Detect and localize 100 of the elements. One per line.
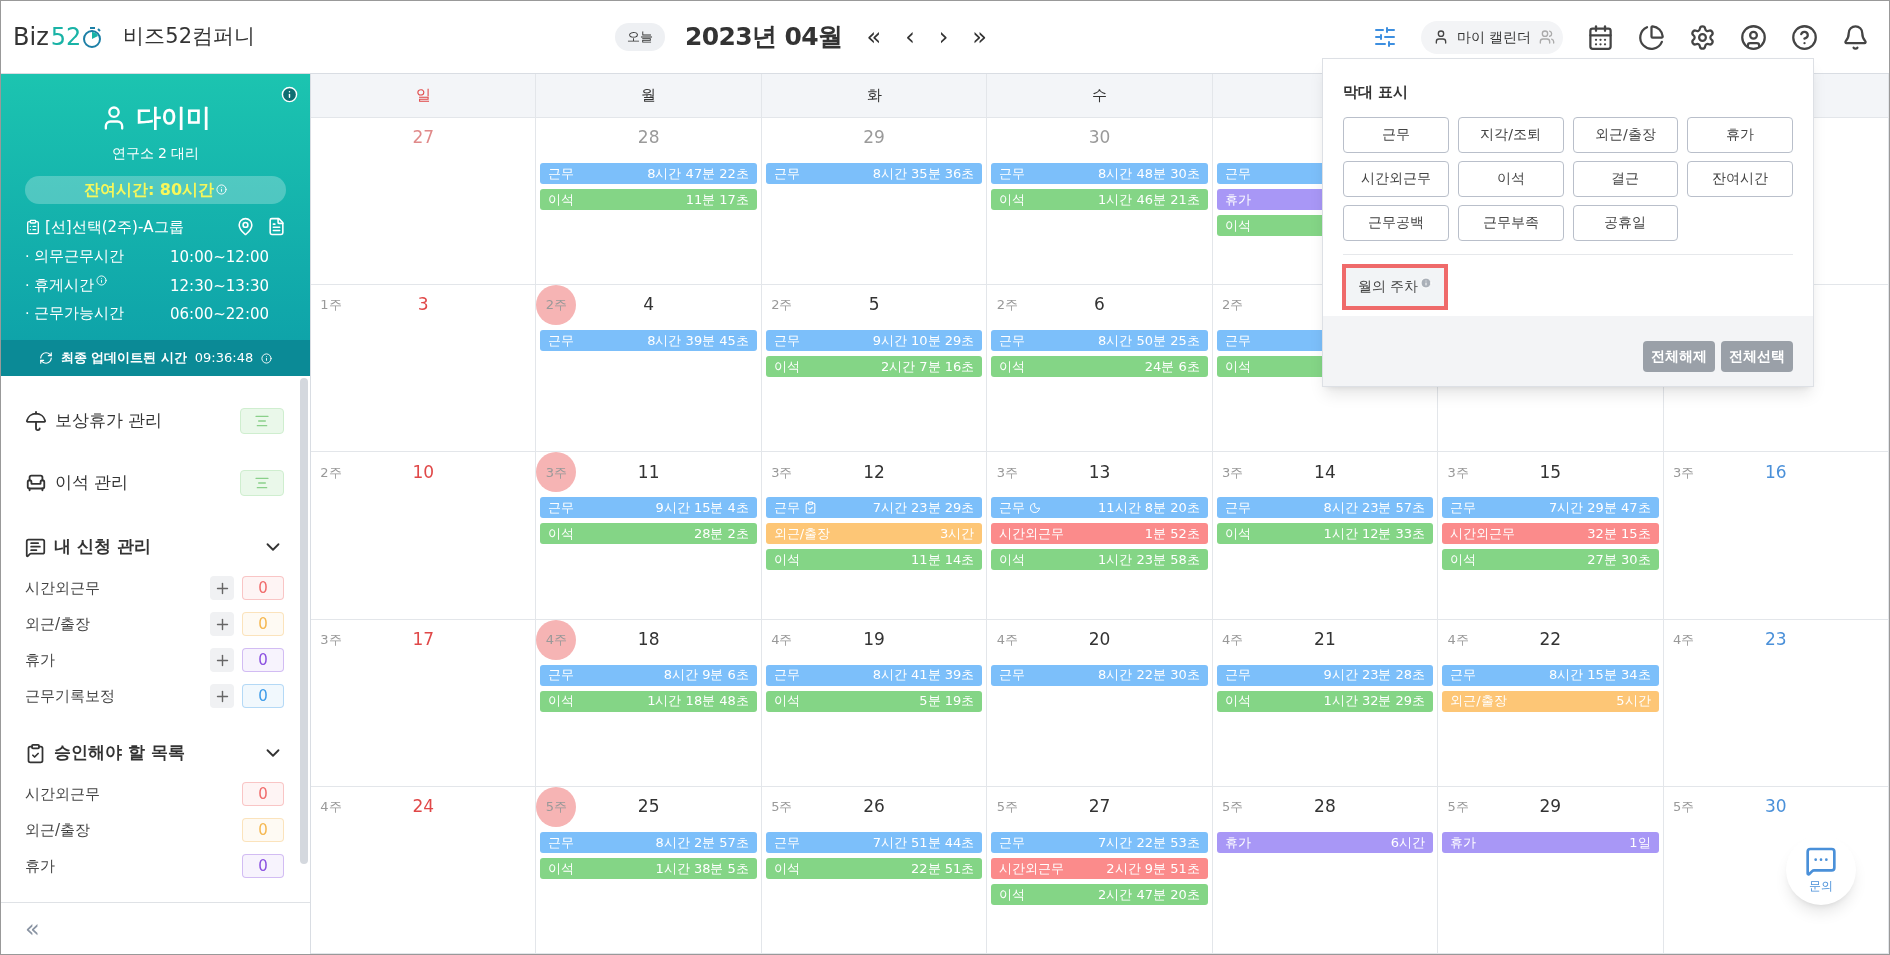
weekday-header: 일 — [415, 85, 431, 107]
event-label: 근무 — [1224, 164, 1251, 183]
week-number: 5주 — [1671, 798, 1696, 817]
event-value: 11분 14초 — [911, 551, 975, 570]
schedule-time: 10:00~12:00 — [170, 247, 270, 268]
event-label: 근무 — [1224, 331, 1251, 350]
week-number: 2주 — [995, 296, 1019, 315]
event-label: 이석 — [548, 692, 575, 711]
event-label: 근무 — [1450, 499, 1477, 518]
event-label: 이석 — [548, 190, 575, 209]
event-label: 근무 — [999, 499, 1026, 518]
week-number: 4주 — [536, 619, 577, 660]
event-value: 7시간 22분 53초 — [1098, 833, 1200, 852]
schedule-label: · 의무근무시간 — [25, 247, 125, 267]
date-number: 12 — [863, 460, 885, 484]
event-value: 1시간 12분 33초 — [1323, 525, 1426, 544]
date-number: 27 — [412, 126, 435, 150]
schedule-label: · 휴게시간 — [25, 275, 95, 295]
event-value: 32분 15초 — [1587, 525, 1651, 544]
section-title: 승인해야 할 목록 — [54, 741, 186, 765]
event-value: 7시간 29분 47초 — [1548, 499, 1651, 518]
remaining-time: 잔여시간: 80시간 — [83, 178, 215, 201]
event-value: 7시간 51분 44초 — [872, 833, 975, 852]
week-number: 4주 — [995, 630, 1019, 649]
event-label: 이석 — [548, 525, 575, 544]
event-value: 24분 6초 — [1144, 357, 1200, 376]
event-label: 휴가 — [1450, 833, 1477, 852]
event-label: 외근/출장 — [1450, 692, 1507, 711]
event-label: 근무 — [548, 666, 575, 685]
event-value: 1시간 18분 48초 — [647, 692, 749, 711]
event-value: 1시간 23분 58초 — [1098, 551, 1200, 570]
date-number: 26 — [863, 795, 885, 819]
week-number: 4주 — [1221, 630, 1245, 649]
event-label: 시간외근무 — [1450, 525, 1516, 544]
event-value: 2시간 7분 16초 — [880, 357, 975, 376]
event-value: 8시간 39분 45초 — [647, 331, 749, 350]
event-label: 시간외근무 — [999, 525, 1065, 544]
event-value: 5분 19초 — [919, 692, 975, 711]
event-value: 22분 51초 — [911, 859, 975, 878]
request-type: 근무기록보정 — [25, 685, 116, 707]
event-value: 8시간 23분 57초 — [1323, 499, 1426, 518]
event-label: 이석 — [1224, 692, 1251, 711]
event-label: 근무 — [773, 164, 800, 183]
event-label: 이석 — [999, 357, 1026, 376]
event-label: 이석 — [999, 885, 1026, 904]
user-name: 다이미 — [136, 102, 211, 134]
date-number: 22 — [1539, 627, 1562, 651]
week-number: 3주 — [995, 463, 1019, 482]
date-number: 13 — [1088, 460, 1111, 484]
week-number: 5주 — [770, 798, 794, 817]
request-type: 외근/출장 — [25, 819, 92, 841]
event-value: 8시간 2분 57초 — [655, 833, 749, 852]
month-title: 2023년 04월 — [685, 21, 843, 54]
event-value: 9시간 23분 28초 — [1323, 666, 1426, 685]
event-label: 이석 — [773, 551, 800, 570]
event-value: 3시간 — [940, 525, 975, 544]
event-label: 근무 — [773, 499, 800, 518]
event-label: 근무 — [773, 833, 800, 852]
week-number: 2주 — [319, 463, 343, 482]
date-number: 27 — [1088, 795, 1111, 819]
date-number: 11 — [637, 460, 660, 484]
date-number: 19 — [863, 627, 885, 651]
event-label: 근무 — [548, 499, 575, 518]
date-number: 30 — [1764, 795, 1787, 819]
event-value: 1시간 46분 21초 — [1098, 190, 1200, 209]
week-number: 4주 — [770, 630, 794, 649]
calendar-toggle-label: 마이 캘린더 — [1456, 27, 1531, 47]
schedule-time: 06:00~22:00 — [170, 304, 270, 325]
request-type: 시간외근무 — [25, 577, 101, 599]
request-type: 휴가 — [25, 855, 56, 877]
event-label: 이석 — [1450, 551, 1477, 570]
date-number: 3 — [417, 293, 429, 317]
date-number: 18 — [637, 627, 660, 651]
schedule-label: · 근무가능시간 — [25, 304, 125, 324]
date-number: 29 — [1539, 795, 1562, 819]
week-number: 4주 — [1671, 630, 1696, 649]
week-number: 3주 — [770, 463, 794, 482]
date-number: 20 — [1088, 627, 1111, 651]
week-number: 2주 — [770, 296, 794, 315]
week-number: 5주 — [1221, 798, 1245, 817]
logo-text: 52 — [50, 22, 82, 53]
event-value: 5시간 — [1616, 692, 1651, 711]
event-label: 근무 — [999, 164, 1026, 183]
date-number: 24 — [412, 795, 435, 819]
event-label: 근무 — [999, 666, 1026, 685]
week-number: 3주 — [1446, 463, 1470, 482]
event-label: 이석 — [1224, 357, 1251, 376]
week-number: 2주 — [536, 285, 577, 326]
week-number: 5주 — [1446, 798, 1470, 817]
week-number: 5주 — [536, 786, 577, 827]
event-value: 2시간 9분 51초 — [1106, 859, 1200, 878]
event-label: 근무 — [773, 331, 800, 350]
event-label: 이석 — [1224, 525, 1251, 544]
request-type: 휴가 — [25, 649, 56, 671]
week-number: 1주 — [319, 296, 343, 315]
user-position: 연구소 2 대리 — [110, 143, 201, 163]
event-label: 이석 — [773, 859, 800, 878]
event-label: 근무 — [1224, 666, 1251, 685]
event-label: 근무 — [773, 666, 800, 685]
date-number: 4 — [643, 293, 655, 317]
